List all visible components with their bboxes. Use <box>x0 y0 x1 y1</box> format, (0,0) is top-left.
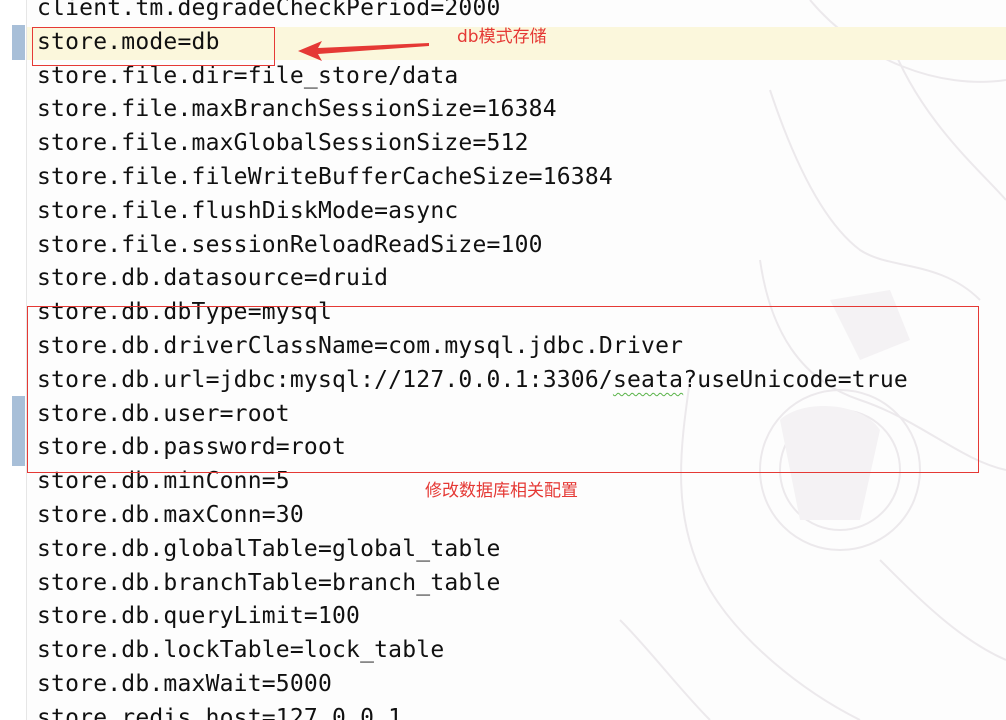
change-marker <box>12 396 25 466</box>
code-line[interactable]: store.db.globalTable=global_table <box>37 533 908 567</box>
change-marker <box>12 25 25 60</box>
code-line[interactable]: store.file.maxBranchSessionSize=16384 <box>37 93 908 127</box>
annotation-arrow-icon <box>298 41 429 61</box>
code-line[interactable]: store.redis.host=127.0.0.1 <box>37 702 908 720</box>
code-line[interactable]: store.file.sessionReloadReadSize=100 <box>37 229 908 263</box>
annotation-db-config-note: 修改数据库相关配置 <box>425 481 578 501</box>
code-editor[interactable]: client.tm.degradeCheckPeriod=2000 store.… <box>0 0 1006 720</box>
code-line[interactable]: store.file.fileWriteBufferCacheSize=1638… <box>37 161 908 195</box>
code-line[interactable]: store.db.lockTable=lock_table <box>37 634 908 668</box>
editor-gutter <box>0 0 27 720</box>
annotation-db-mode-note: db模式存储 <box>457 27 547 47</box>
annotation-box-store-mode <box>32 27 275 66</box>
code-line[interactable]: store.db.branchTable=branch_table <box>37 567 908 601</box>
code-line[interactable]: store.db.datasource=druid <box>37 262 908 296</box>
code-line[interactable]: store.db.queryLimit=100 <box>37 600 908 634</box>
code-line[interactable]: store.file.flushDiskMode=async <box>37 195 908 229</box>
code-line[interactable]: store.db.maxWait=5000 <box>37 668 908 702</box>
code-line[interactable]: store.db.maxConn=30 <box>37 499 908 533</box>
code-line[interactable]: store.file.maxGlobalSessionSize=512 <box>37 127 908 161</box>
annotation-box-db-config <box>27 306 979 473</box>
